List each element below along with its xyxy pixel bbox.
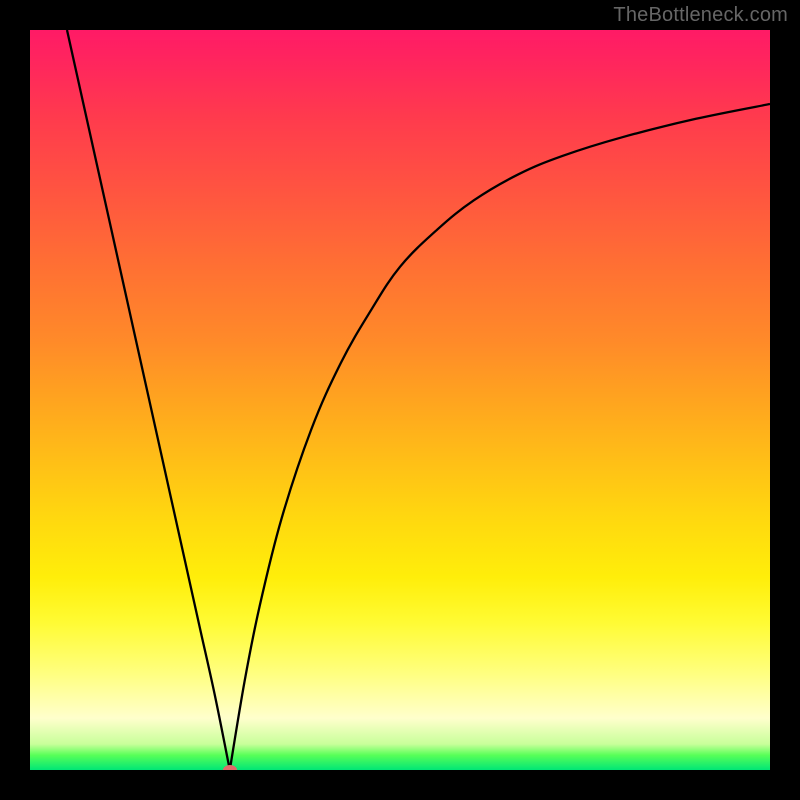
- plot-area: [30, 30, 770, 770]
- minimum-marker: [223, 765, 237, 770]
- watermark-text: TheBottleneck.com: [613, 4, 788, 27]
- bottleneck-curve: [67, 30, 770, 770]
- chart-frame: TheBottleneck.com: [0, 0, 800, 800]
- curve-svg: [30, 30, 770, 770]
